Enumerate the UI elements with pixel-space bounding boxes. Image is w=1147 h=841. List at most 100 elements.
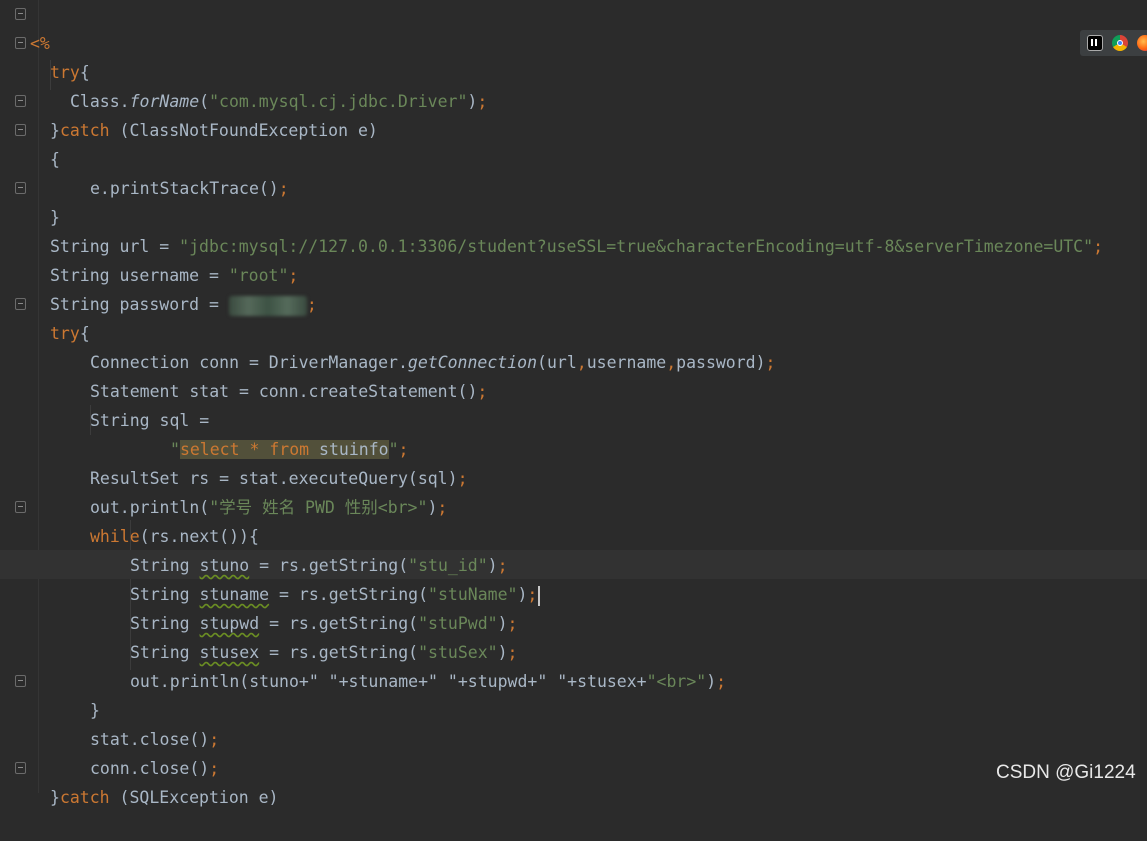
keyword-try: try xyxy=(50,63,80,82)
code-text: (url xyxy=(537,353,577,372)
code-text: ) xyxy=(706,672,717,691)
string-literal: "stuSex" xyxy=(418,643,498,662)
semicolon: ; xyxy=(209,730,220,749)
code-line-25: stat.close(); xyxy=(0,696,219,749)
watermark: CSDN @Gi1224 xyxy=(996,762,1136,783)
code-line-17: out.println("学号 姓名 PWD 性别<br>"); xyxy=(0,464,447,517)
semicolon: ; xyxy=(527,585,538,604)
semicolon: ; xyxy=(507,643,518,662)
code-text: String xyxy=(130,614,200,633)
browser-preview-toolbar xyxy=(1080,30,1147,56)
code-line-15: "select * from stuinfo"; xyxy=(0,406,408,459)
semicolon: ; xyxy=(288,266,299,285)
firefox-icon[interactable] xyxy=(1137,35,1147,51)
code-line-5: { xyxy=(0,116,60,169)
code-text: Connection conn = DriverManager. xyxy=(90,353,408,372)
semicolon: ; xyxy=(457,469,468,488)
code-text: String xyxy=(130,643,200,662)
semicolon: ; xyxy=(497,556,508,575)
semicolon: ; xyxy=(209,759,220,778)
string-literal: "com.mysql.cj.jdbc.Driver" xyxy=(209,92,468,111)
code-text: ) xyxy=(487,556,498,575)
code-text: ) xyxy=(427,498,438,517)
code-text: String xyxy=(130,585,200,604)
code-text: +stupwd+ xyxy=(457,672,538,691)
code-line-1: <% xyxy=(0,0,50,53)
code-text: Class. xyxy=(70,92,130,111)
string-literal: " " xyxy=(308,672,339,691)
code-line-8: String url = "jdbc:mysql://127.0.0.1:330… xyxy=(0,203,1103,256)
semicolon: ; xyxy=(477,92,488,111)
code-text: username xyxy=(586,353,667,372)
sql-keyword-select: select xyxy=(179,440,240,459)
semicolon: ; xyxy=(477,382,488,401)
code-line-6: e.printStackTrace(); xyxy=(0,145,289,198)
string-literal: "学号 姓名 PWD 性别<br>" xyxy=(209,498,428,517)
code-text: +stusex+ xyxy=(567,672,647,691)
string-literal: "stuName" xyxy=(428,585,518,604)
code-text: String password = xyxy=(50,295,229,314)
string-literal: "root" xyxy=(228,266,289,285)
code-text: out.println(stuno+ xyxy=(130,672,309,691)
code-text: String xyxy=(130,556,200,575)
code-text: Statement stat = conn.createStatement() xyxy=(90,382,478,401)
code-text: = rs.getString( xyxy=(259,643,419,662)
sql-keyword-from: from xyxy=(269,440,310,459)
variable-name: stuname xyxy=(199,585,270,604)
code-text: String url = xyxy=(50,237,180,256)
chrome-icon[interactable] xyxy=(1112,35,1128,51)
code-text: ResultSet rs = stat.executeQuery(sql) xyxy=(90,469,458,488)
code-text: ( xyxy=(199,92,210,111)
code-line-20: String stuname = rs.getString( "stuName")… xyxy=(0,551,541,606)
code-line-13: Statement stat = conn.createStatement(); xyxy=(0,348,487,401)
code-line-3: Class.forName("com.mysql.cj.jdbc.Driver"… xyxy=(0,58,487,111)
code-text: stat.close() xyxy=(90,730,210,749)
code-text: String username = xyxy=(50,266,229,285)
keyword-while: while xyxy=(90,527,140,546)
code-text: password) xyxy=(676,353,766,372)
string-literal: " " xyxy=(537,672,568,691)
code-line-24: } xyxy=(0,667,100,720)
code-line-14: String sql = xyxy=(0,377,209,430)
semicolon: ; xyxy=(1093,237,1103,256)
brace: } xyxy=(50,788,60,807)
code-line-16: ResultSet rs = stat.executeQuery(sql); xyxy=(0,435,468,488)
code-text: = rs.getString( xyxy=(259,614,419,633)
code-editor[interactable]: <% try{ Class.forName("com.mysql.cj.jdbc… xyxy=(0,0,1147,807)
code-text: (ClassNotFoundException e) xyxy=(109,121,378,140)
code-text: +stuname+ xyxy=(338,672,429,691)
code-line-2: try{ xyxy=(0,29,90,82)
sql-table: stuinfo xyxy=(309,440,389,459)
semicolon: ; xyxy=(278,179,289,198)
brace: { xyxy=(50,150,60,169)
brace: } xyxy=(50,121,60,140)
code-line-18: while(rs.next()){ xyxy=(0,493,259,546)
code-line-11: try{ xyxy=(0,290,90,343)
code-text: ) xyxy=(517,585,528,604)
brace: { xyxy=(79,324,90,343)
method-name: forName xyxy=(129,92,200,111)
string-literal: " " xyxy=(428,672,458,691)
variable-name: stupwd xyxy=(199,614,260,633)
semicolon: ; xyxy=(437,498,448,517)
code-line-4: }catch (ClassNotFoundException e) xyxy=(0,87,378,140)
variable-name: stuno xyxy=(199,556,250,575)
sql-star: * xyxy=(239,440,270,459)
variable-name: stusex xyxy=(199,643,260,662)
code-line-9: String username = "root"; xyxy=(0,232,298,285)
string-literal: "jdbc:mysql://127.0.0.1:3306/student?use… xyxy=(179,237,1094,256)
string-quote: " xyxy=(388,440,399,459)
string-quote: " xyxy=(170,440,180,459)
code-text: = rs.getString( xyxy=(249,556,409,575)
keyword-catch: catch xyxy=(59,121,110,140)
comma: , xyxy=(576,353,587,372)
string-literal: "stu_id" xyxy=(408,556,488,575)
intellij-icon[interactable] xyxy=(1087,35,1103,51)
code-text: String sql = xyxy=(90,411,210,430)
brace: } xyxy=(90,701,100,720)
semicolon: ; xyxy=(398,440,409,459)
code-line-23: out.println(stuno+" "+stuname+" "+stupwd… xyxy=(0,638,726,691)
semicolon: ; xyxy=(765,353,776,372)
semicolon: ; xyxy=(507,614,518,633)
code-text: ) xyxy=(497,614,508,633)
